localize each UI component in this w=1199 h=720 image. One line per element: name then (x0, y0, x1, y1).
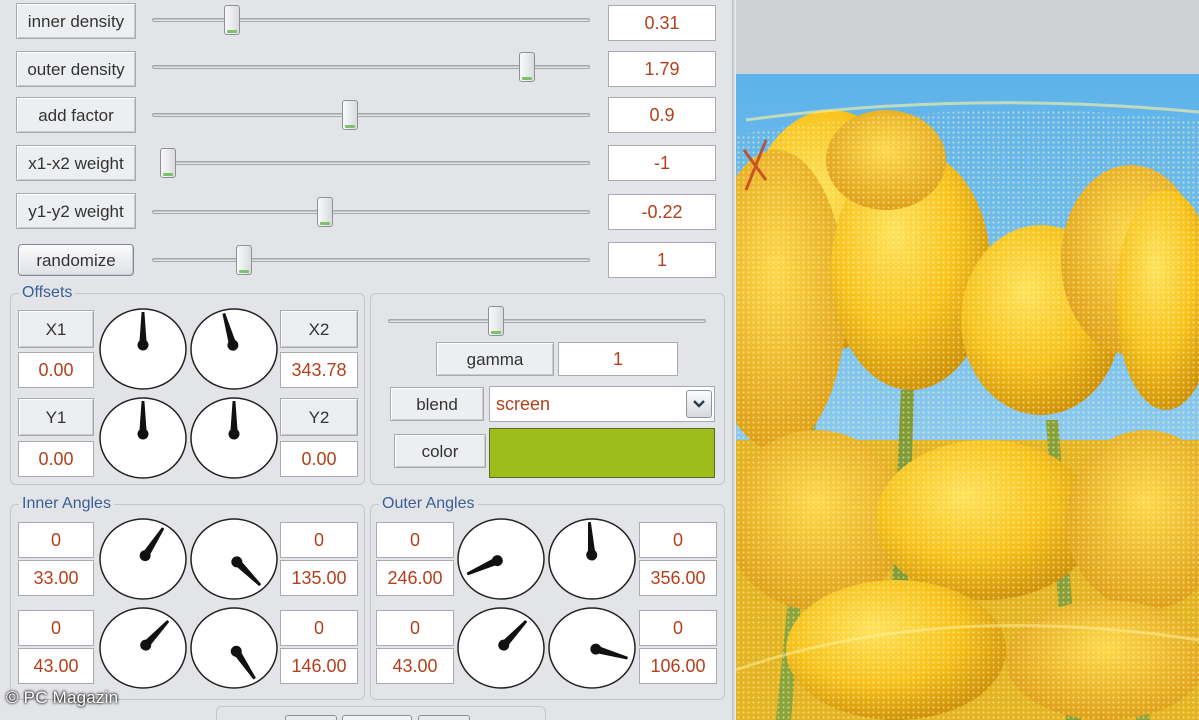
toolbar-button[interactable] (285, 715, 337, 720)
outer-left-value-1[interactable]: 246.00 (376, 560, 454, 596)
y2-label: Y2 (280, 398, 358, 436)
slider-thumb[interactable] (341, 100, 358, 130)
add-factor-value[interactable]: 0.9 (608, 97, 716, 133)
inner-right-value-2[interactable]: 146.00 (280, 648, 358, 684)
x2-label: X2 (280, 310, 358, 348)
inner-angle-dial-left-1[interactable] (97, 517, 189, 601)
outer-end-1[interactable]: 0 (639, 522, 717, 558)
gamma-label: gamma (436, 342, 554, 376)
outer-angle-dial-left-2[interactable] (455, 606, 547, 690)
inner-start-2[interactable]: 0 (18, 610, 94, 646)
inner-density-value[interactable]: 0.31 (608, 5, 716, 41)
outer-left-value-2[interactable]: 43.00 (376, 648, 454, 684)
randomize-slider[interactable] (152, 245, 590, 275)
offset-dial-x2[interactable] (188, 307, 280, 391)
outer-right-value-1[interactable]: 356.00 (639, 560, 717, 596)
offset-dial-y1[interactable] (97, 396, 189, 480)
watermark: © PC Magazin (6, 688, 119, 707)
tulip-preview-image (736, 0, 1199, 720)
outer-angle-dial-left-1[interactable] (455, 517, 547, 601)
randomize-value[interactable]: 1 (608, 242, 716, 278)
parameter-panel: inner density 0.31 outer density 1.79 ad… (0, 0, 732, 720)
slider-thumb[interactable] (160, 148, 176, 178)
blend-mode-select[interactable]: screen (489, 386, 715, 422)
param-label: x1-x2 weight (16, 145, 136, 181)
x1-label: X1 (18, 310, 94, 348)
inner-end-1[interactable]: 0 (280, 522, 358, 558)
outer-angles-title: Outer Angles (379, 495, 478, 513)
param-label: inner density (16, 3, 136, 39)
y2-value[interactable]: 0.00 (280, 441, 358, 477)
preview-area (736, 0, 1199, 720)
inner-start-1[interactable]: 0 (18, 522, 94, 558)
outer-start-1[interactable]: 0 (376, 522, 454, 558)
x1-x2-weight-value[interactable]: -1 (608, 145, 716, 181)
randomize-button[interactable]: randomize (18, 244, 134, 276)
offsets-title: Offsets (19, 284, 76, 302)
offset-dial-x1[interactable] (97, 307, 189, 391)
color-label: color (394, 434, 486, 468)
outer-right-value-2[interactable]: 106.00 (639, 648, 717, 684)
outer-end-2[interactable]: 0 (639, 610, 717, 646)
outer-angle-dial-right-2[interactable] (546, 606, 638, 690)
param-label: outer density (16, 51, 136, 87)
y1-label: Y1 (18, 398, 94, 436)
add-factor-slider[interactable] (152, 100, 590, 130)
param-label: add factor (16, 97, 136, 133)
toolbar-button[interactable] (418, 715, 470, 720)
inner-right-value-1[interactable]: 135.00 (280, 560, 358, 596)
outer-angle-dial-right-1[interactable] (546, 517, 638, 601)
inner-angles-title: Inner Angles (19, 495, 114, 513)
gamma-slider[interactable] (388, 306, 706, 336)
toolbar-button[interactable] (342, 715, 412, 720)
slider-thumb[interactable] (316, 197, 333, 227)
slider-thumb[interactable] (236, 245, 253, 275)
blend-label: blend (390, 387, 484, 421)
outer-density-value[interactable]: 1.79 (608, 51, 716, 87)
slider-thumb[interactable] (487, 306, 504, 336)
offset-dial-y2[interactable] (188, 396, 280, 480)
slider-thumb[interactable] (519, 52, 536, 82)
inner-left-value-2[interactable]: 43.00 (18, 648, 94, 684)
x1-x2-weight-slider[interactable] (160, 148, 590, 178)
inner-left-value-1[interactable]: 33.00 (18, 560, 94, 596)
param-label: y1-y2 weight (16, 193, 136, 229)
y1-y2-weight-slider[interactable] (152, 197, 590, 227)
y1-y2-weight-value[interactable]: -0.22 (608, 194, 716, 230)
inner-end-2[interactable]: 0 (280, 610, 358, 646)
blend-mode-value: screen (496, 393, 551, 414)
outer-start-2[interactable]: 0 (376, 610, 454, 646)
chevron-down-icon[interactable] (686, 390, 712, 418)
slider-thumb[interactable] (223, 5, 240, 35)
inner-angle-dial-right-1[interactable] (188, 517, 280, 601)
color-swatch[interactable] (489, 428, 715, 478)
y1-value[interactable]: 0.00 (18, 441, 94, 477)
inner-density-slider[interactable] (152, 5, 590, 35)
inner-angle-dial-right-2[interactable] (188, 606, 280, 690)
outer-density-slider[interactable] (152, 52, 590, 82)
x1-value[interactable]: 0.00 (18, 352, 94, 388)
gamma-value[interactable]: 1 (558, 342, 678, 376)
inner-angle-dial-left-2[interactable] (97, 606, 189, 690)
x2-value[interactable]: 343.78 (280, 352, 358, 388)
